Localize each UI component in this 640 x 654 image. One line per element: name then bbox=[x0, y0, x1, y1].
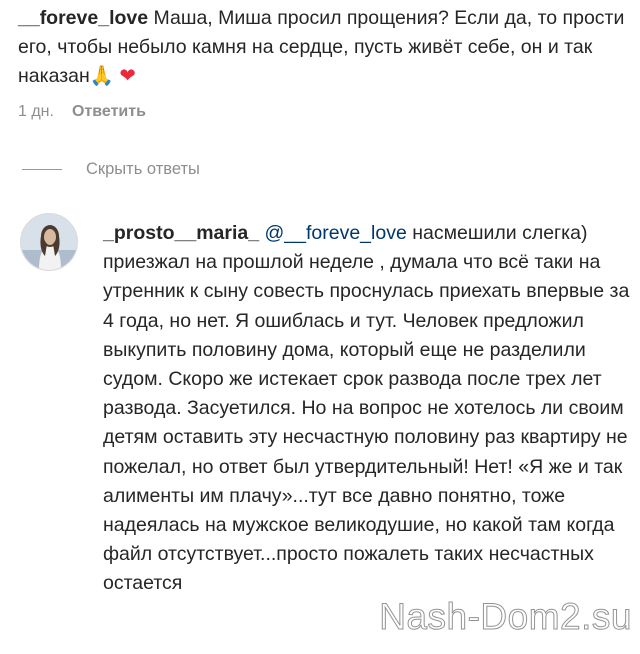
pray-emoji-icon: 🙏 bbox=[89, 65, 115, 87]
top-comment-username[interactable]: __foreve_love bbox=[18, 7, 148, 29]
hide-replies-button[interactable]: Скрыть ответы bbox=[22, 160, 200, 179]
hide-replies-label: Скрыть ответы bbox=[86, 160, 200, 178]
reply-button[interactable]: Ответить bbox=[72, 103, 146, 121]
watermark: Nash-Dom2.su bbox=[379, 596, 632, 638]
reply-comment: _prosto__maria_ @__foreve_love насмешили… bbox=[103, 219, 633, 599]
reply-username[interactable]: _prosto__maria_ bbox=[103, 222, 259, 244]
top-comment-meta: 1 дн. Ответить bbox=[18, 103, 146, 121]
reply-text: насмешили слегка) приезжал на прошлой не… bbox=[103, 222, 630, 595]
divider-line bbox=[22, 169, 62, 170]
comment-timestamp: 1 дн. bbox=[18, 103, 54, 120]
heart-emoji-icon: ❤ bbox=[119, 65, 136, 87]
reply-mention[interactable]: @__foreve_love bbox=[265, 222, 407, 244]
top-comment: __foreve_love Маша, Миша просил прощения… bbox=[18, 4, 628, 91]
avatar-photo-icon bbox=[21, 214, 77, 270]
avatar[interactable] bbox=[20, 213, 78, 271]
